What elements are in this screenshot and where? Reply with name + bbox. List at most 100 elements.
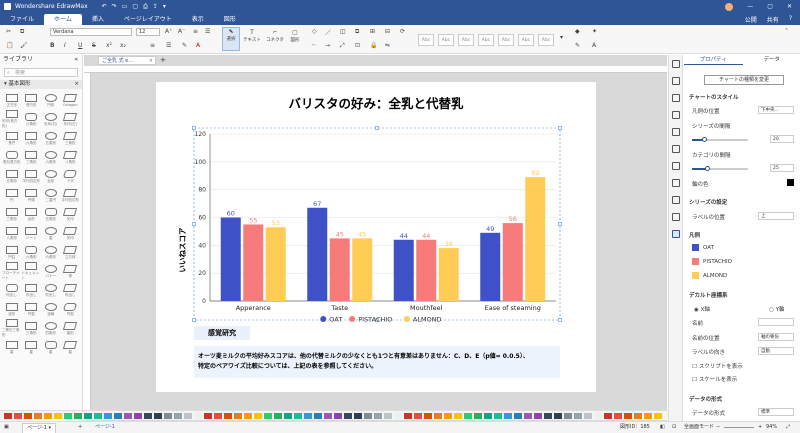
text-align-center-icon[interactable]: ≡ [150, 42, 155, 49]
shape-item[interactable]: 二重円 [41, 186, 61, 205]
color-swatch[interactable] [314, 413, 322, 419]
shape-item[interactable]: 八角形 [61, 148, 81, 167]
style-preset-6[interactable]: Abc [518, 34, 534, 46]
show-scale-checkbox[interactable]: ☐ スケールを表示 [692, 375, 737, 383]
label-position-select[interactable]: 上 [758, 212, 794, 220]
underline-icon[interactable]: U [78, 42, 82, 49]
color-swatch[interactable] [4, 413, 12, 419]
resize-handle[interactable] [558, 126, 562, 130]
distribute-icon[interactable]: ⊡ [355, 42, 360, 49]
shape-item[interactable]: 六角形 [22, 243, 42, 262]
style-preset-7[interactable]: Abc [538, 34, 554, 46]
color-swatch[interactable] [124, 413, 132, 419]
shape-item[interactable]: 平行四辺形 [22, 167, 42, 186]
add-page-icon[interactable]: + [78, 422, 82, 433]
select-tool-button[interactable]: ⬉ 選択 [222, 27, 240, 51]
bring-front-icon[interactable]: ⧉ [355, 28, 359, 36]
color-swatch[interactable] [654, 413, 662, 419]
print-icon[interactable]: ⎙ [143, 3, 148, 11]
highlight-icon[interactable]: ✎ [182, 42, 187, 49]
name-position-select[interactable]: 軸の要份 [758, 333, 794, 341]
fullscreen-mode[interactable]: 全画面モード [684, 422, 714, 433]
fit-icon[interactable]: ⊡ [672, 422, 676, 433]
open-icon[interactable]: ▢ [132, 3, 138, 11]
publish-button[interactable]: 公開 [745, 15, 757, 24]
bullet-list-icon[interactable]: ☰ [166, 42, 171, 49]
menu-shape[interactable]: 図形 [214, 14, 246, 25]
color-swatch[interactable] [644, 413, 652, 419]
shape-item[interactable]: 波形 [2, 300, 22, 319]
menu-home[interactable]: ホーム [44, 14, 82, 25]
shape-item[interactable]: 星 [61, 338, 81, 357]
user-avatar[interactable] [725, 2, 734, 11]
color-swatch[interactable] [274, 413, 282, 419]
shape-item[interactable]: 星 [41, 224, 61, 243]
menu-view[interactable]: 表示 [182, 14, 214, 25]
shape-tool-button[interactable]: ▢ 図形 [288, 29, 302, 43]
export-icon[interactable]: ⇪ [153, 3, 158, 11]
shape-item[interactable]: 円弧 [61, 300, 81, 319]
menu-file[interactable]: ファイル [0, 14, 44, 25]
maximize-icon[interactable]: ▢ [767, 3, 773, 11]
align-icon[interactable]: ≡ [193, 28, 198, 35]
color-swatch[interactable] [334, 413, 342, 419]
shape-item[interactable]: 五角形 [41, 129, 61, 148]
color-swatch[interactable] [64, 413, 72, 419]
shape-item[interactable]: 角丸長方形 [2, 148, 22, 167]
resize-handle[interactable] [375, 126, 379, 130]
change-chart-type-button[interactable]: チャートの種類を変更 [704, 75, 784, 85]
add-tab-icon[interactable]: + [160, 56, 166, 64]
comment-panel-icon[interactable] [671, 162, 680, 170]
notes-block[interactable]: 感覚研究 オーツ麦ミルクの平均好みスコアは、他の代替ミルクの少なくとも1つと有意… [194, 326, 560, 400]
color-swatch[interactable] [94, 413, 102, 419]
color-swatch[interactable] [594, 413, 602, 419]
save-icon[interactable]: ▭ [122, 3, 128, 11]
resize-handle[interactable] [192, 318, 196, 322]
shape-item[interactable]: 星 [22, 338, 42, 357]
shape-item[interactable]: 矢印 [61, 205, 81, 224]
shape-item[interactable]: 台形 [41, 167, 61, 186]
rotate-icon[interactable]: ⟳ [400, 28, 405, 35]
color-swatch[interactable] [264, 413, 272, 419]
subscript-icon[interactable]: x₂ [120, 42, 126, 49]
group-icon[interactable]: ⊞ [370, 28, 375, 35]
series-gap-input[interactable]: 20 [770, 135, 794, 143]
color-swatch[interactable] [374, 413, 382, 419]
zoom-slider[interactable] [724, 427, 754, 428]
tab-properties[interactable]: プロパティ [684, 55, 743, 65]
data-format-select[interactable]: 標準 [758, 408, 794, 416]
category-gap-slider[interactable] [692, 166, 748, 171]
font-shrink-icon[interactable]: A⁻ [178, 28, 185, 35]
color-swatch[interactable] [604, 413, 612, 419]
color-swatch[interactable] [294, 413, 302, 419]
color-swatch[interactable] [254, 413, 262, 419]
shape-item[interactable]: 吹出し [22, 281, 42, 300]
line-style-icon[interactable]: ┄ [312, 42, 316, 49]
shape-item[interactable]: 矢印(右) [41, 110, 61, 129]
color-swatch[interactable] [214, 413, 222, 419]
color-swatch[interactable] [454, 413, 462, 419]
color-swatch[interactable] [34, 413, 42, 419]
shadow-icon[interactable]: ◫ [340, 28, 346, 35]
connector-tool-button[interactable]: ⌐ コネクタ [264, 29, 286, 43]
shape-item[interactable]: 平行四辺形 [61, 186, 81, 205]
color-swatch[interactable] [84, 413, 92, 419]
table-panel-icon[interactable] [671, 196, 680, 204]
color-swatch[interactable] [134, 413, 142, 419]
shape-item[interactable]: 長円 [2, 129, 22, 148]
color-swatch[interactable] [194, 413, 202, 419]
color-swatch[interactable] [244, 413, 252, 419]
menu-page-layout[interactable]: ページレイアウト [114, 14, 182, 25]
document-tab[interactable]: ご全乳 式 e... × [98, 56, 156, 65]
shape-item[interactable]: 星 [41, 338, 61, 357]
color-swatch[interactable] [174, 413, 182, 419]
style-preset-2[interactable]: Abc [438, 34, 454, 46]
legend-swatch-almond[interactable] [692, 272, 699, 279]
shape-item[interactable]: 五角形 [41, 205, 61, 224]
resize-handle[interactable] [192, 126, 196, 130]
style-preset-5[interactable]: Abc [498, 34, 514, 46]
color-swatch[interactable] [614, 413, 622, 419]
color-swatch[interactable] [464, 413, 472, 419]
shape-item[interactable]: 立方体 [61, 243, 81, 262]
shape-item[interactable]: 二等辺三角形 [2, 319, 22, 338]
